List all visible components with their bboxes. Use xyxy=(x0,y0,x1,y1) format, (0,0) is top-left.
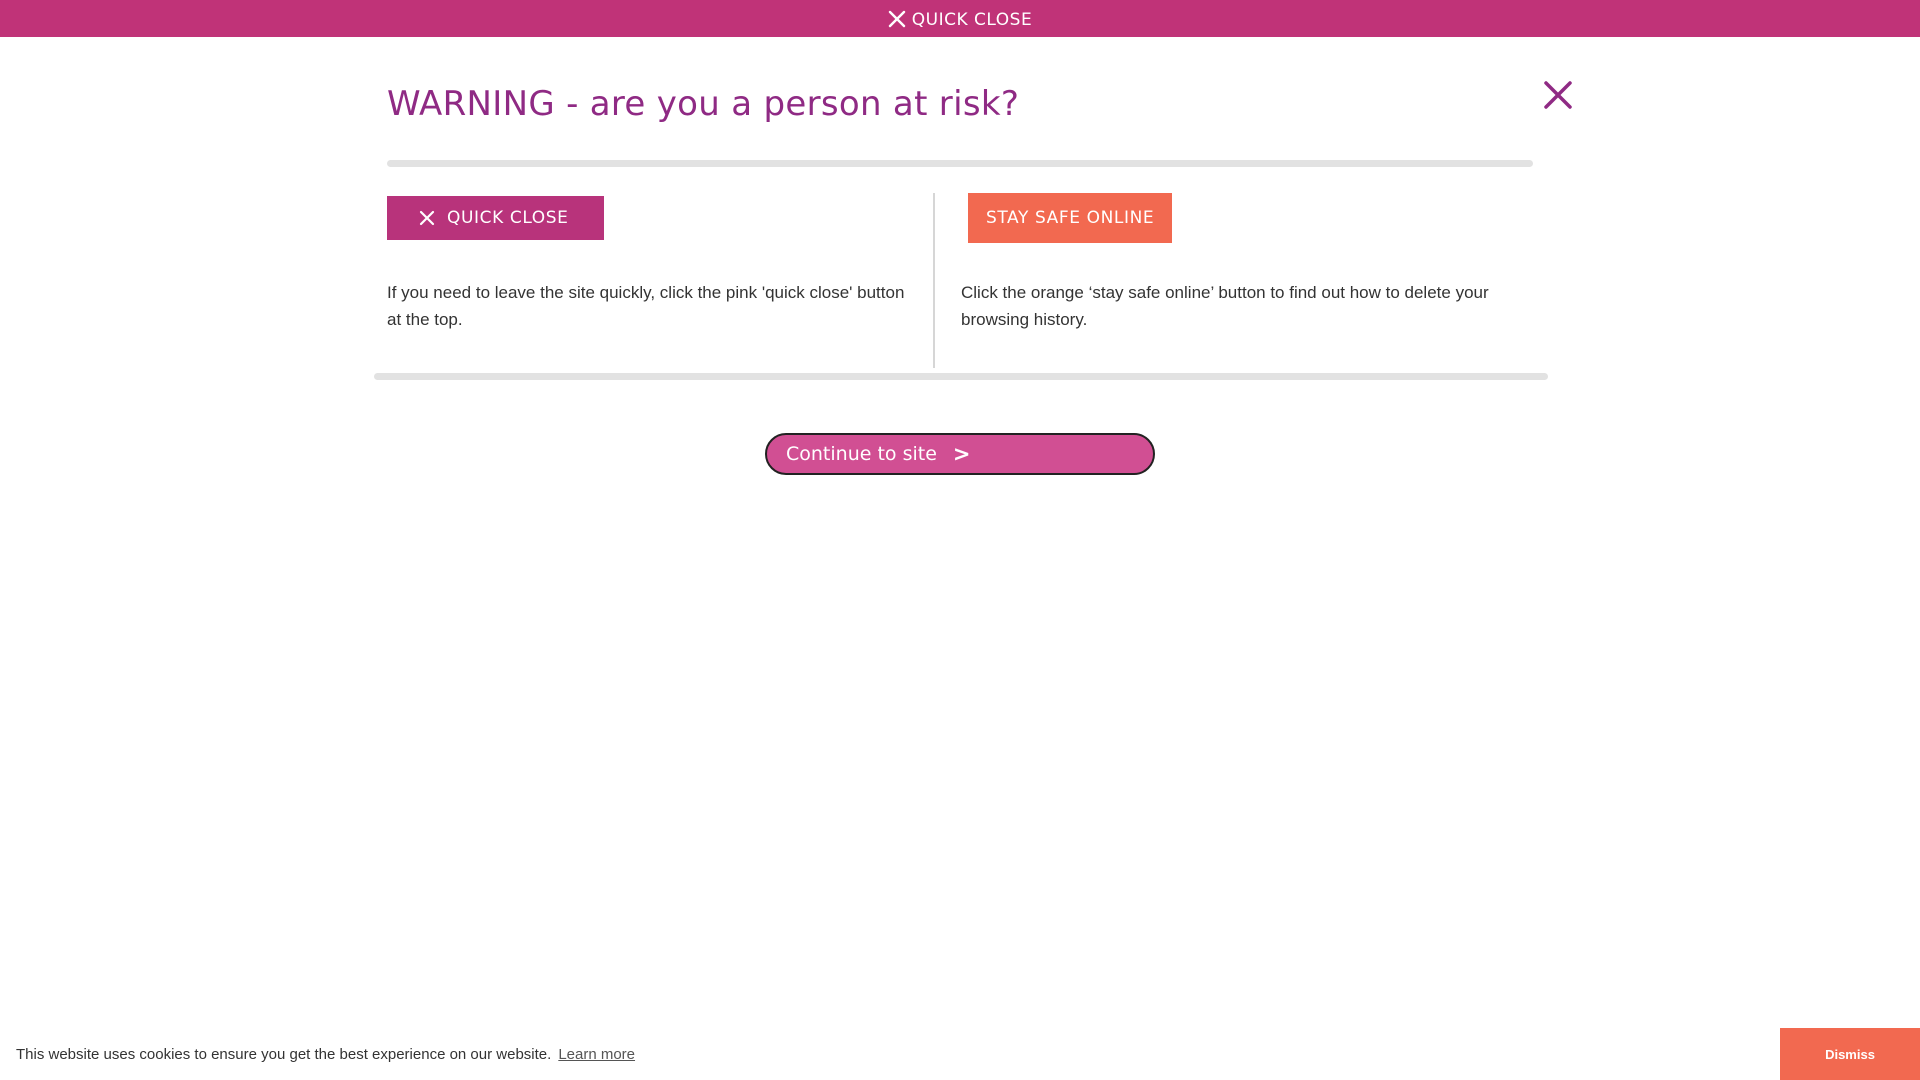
quick-close-description: If you need to leave the site quickly, c… xyxy=(387,283,905,329)
continue-to-site-button[interactable]: Continue to site > xyxy=(765,433,1155,475)
column-divider xyxy=(933,193,935,368)
chevron-right-icon: > xyxy=(952,442,971,466)
stay-safe-column: STAY SAFE ONLINE Click the orange ‘stay … xyxy=(961,193,1521,333)
top-quick-close-bar[interactable]: QUICK CLOSE xyxy=(0,0,1920,37)
close-icon xyxy=(888,10,905,27)
divider-bottom xyxy=(374,373,1548,380)
close-icon xyxy=(419,210,435,226)
stay-safe-online-button[interactable]: STAY SAFE ONLINE xyxy=(968,193,1173,243)
cookie-banner: This website uses cookies to ensure you … xyxy=(0,1028,1920,1080)
continue-label: Continue to site xyxy=(786,443,937,465)
quick-close-button[interactable]: QUICK CLOSE xyxy=(387,196,604,240)
cookie-message: This website uses cookies to ensure you … xyxy=(16,1045,552,1063)
stay-safe-description: Click the orange ‘stay safe online’ butt… xyxy=(961,283,1489,329)
learn-more-link[interactable]: Learn more xyxy=(558,1046,635,1063)
dismiss-button[interactable]: Dismiss xyxy=(1780,1028,1920,1080)
warning-modal: WARNING - are you a person at risk? QUIC… xyxy=(0,37,1920,1027)
top-quick-close-label: QUICK CLOSE xyxy=(911,9,1033,30)
quick-close-column: QUICK CLOSE If you need to leave the sit… xyxy=(387,196,907,333)
modal-title: WARNING - are you a person at risk? xyxy=(387,84,1020,124)
close-icon[interactable] xyxy=(1543,80,1573,110)
divider-top xyxy=(387,160,1533,167)
quick-close-button-label: QUICK CLOSE xyxy=(447,208,569,228)
stay-safe-online-label: STAY SAFE ONLINE xyxy=(986,208,1155,228)
